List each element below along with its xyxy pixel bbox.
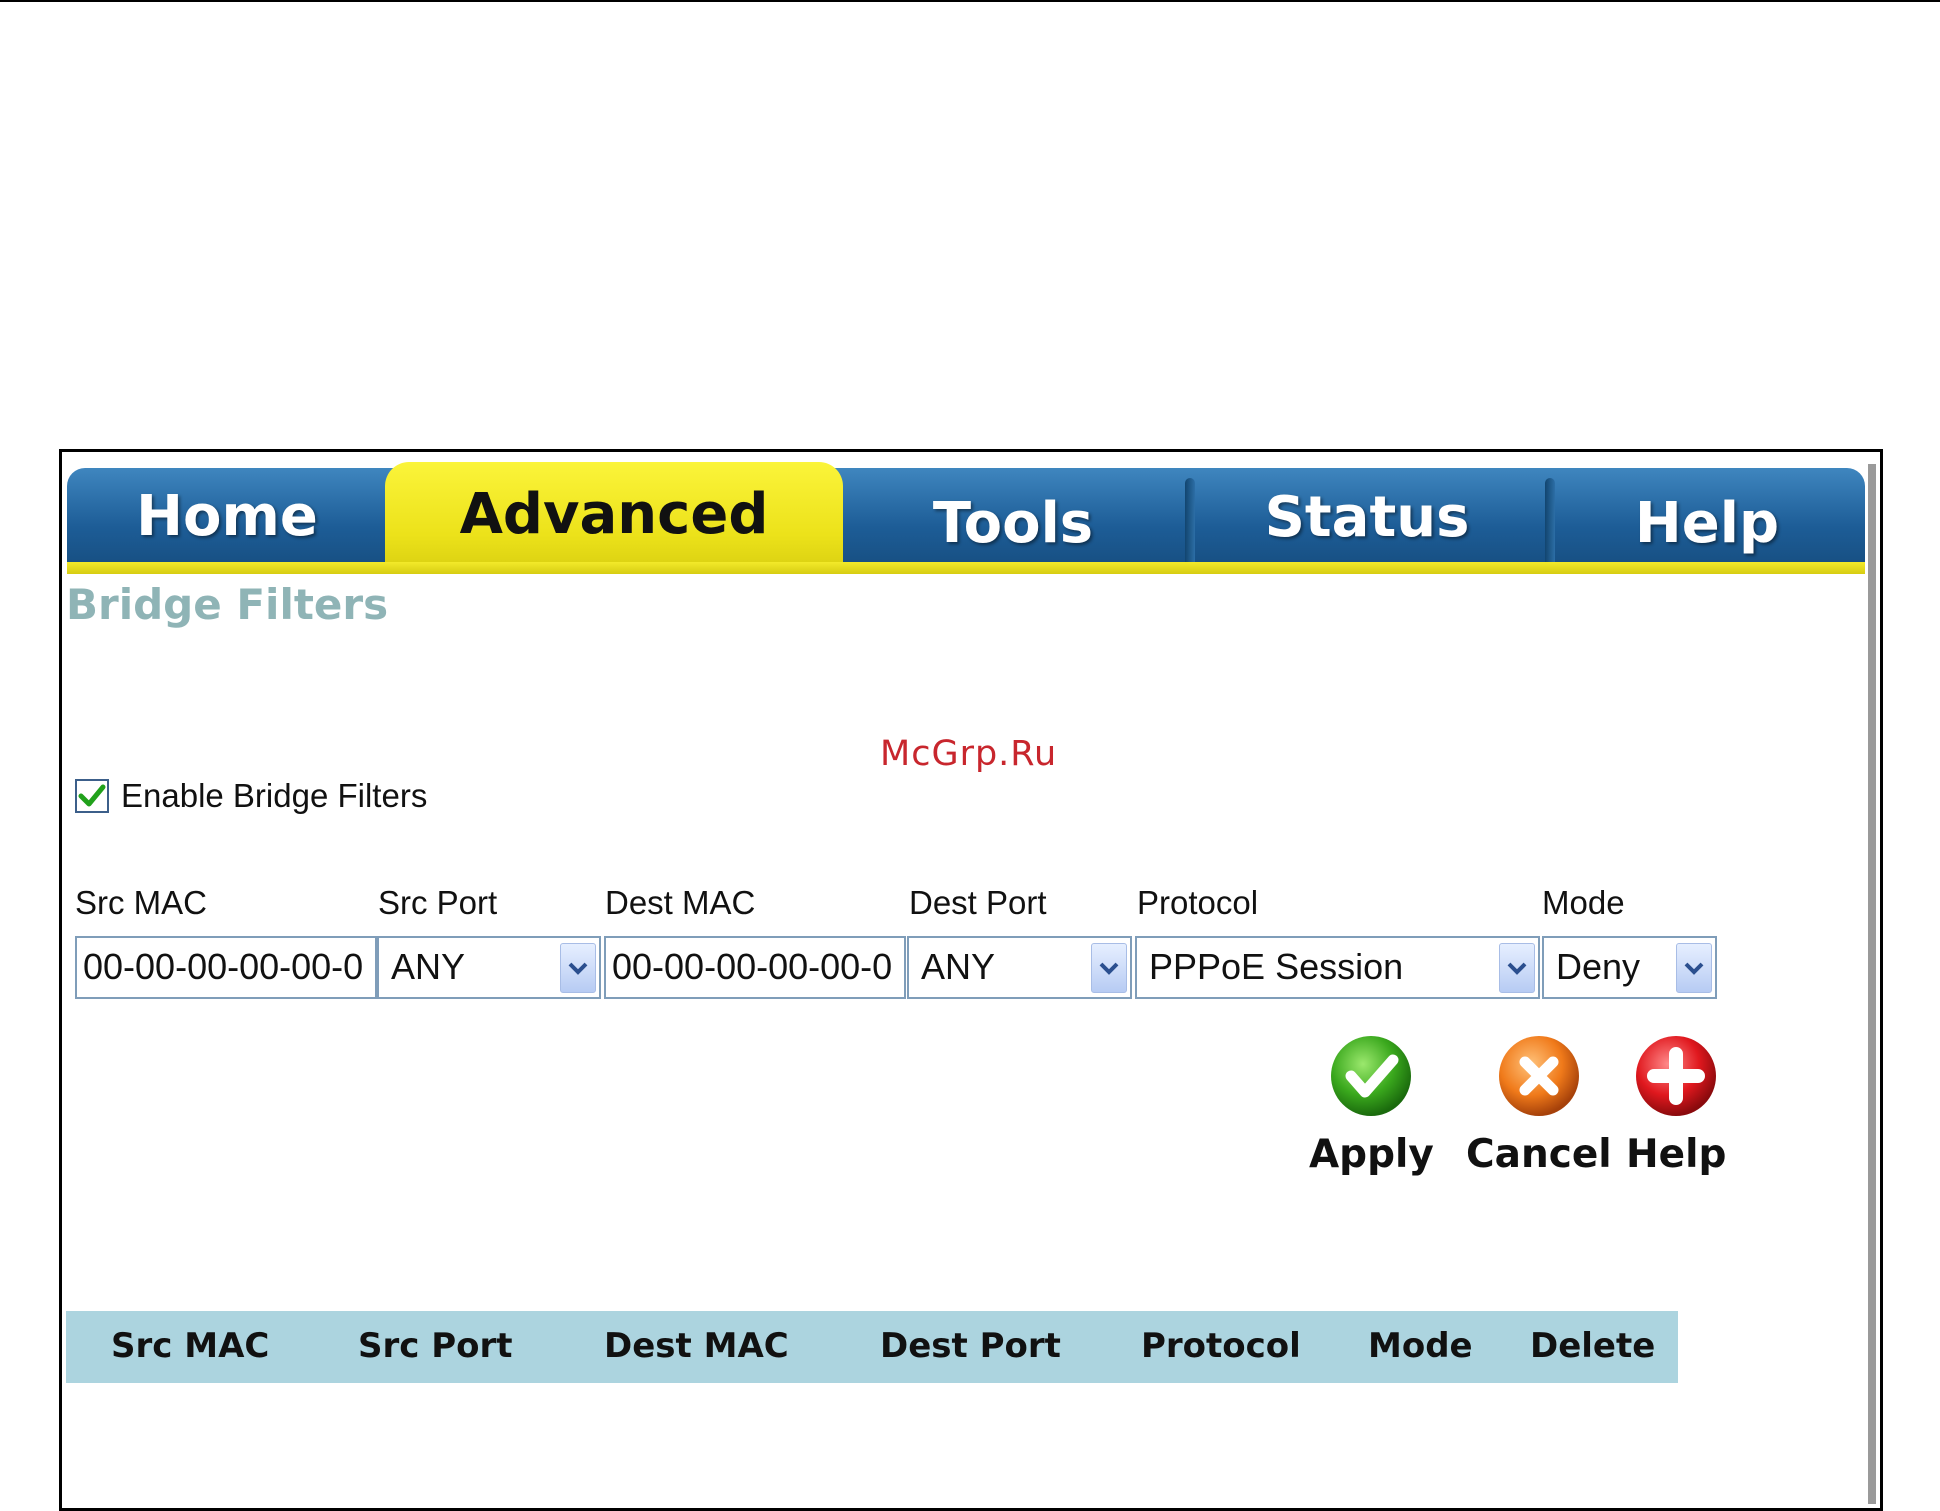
mode-value: Deny	[1556, 946, 1641, 987]
src-mac-label: Src MAC	[75, 884, 207, 921]
apply-button[interactable]: Apply	[1309, 1032, 1434, 1177]
watermark: McGrp.Ru	[880, 734, 1058, 774]
tab-home[interactable]: Home	[67, 468, 387, 564]
tab-divider	[1545, 478, 1555, 564]
column-header-dest-port: Dest Port	[880, 1326, 1061, 1366]
help-label: Help	[1626, 1132, 1727, 1177]
column-header-src-mac: Src MAC	[111, 1326, 270, 1366]
protocol-label: Protocol	[1137, 884, 1259, 921]
chevron-down-icon[interactable]	[1091, 943, 1127, 993]
main-nav-tabs: Home Advanced Tools Status Help	[67, 460, 1865, 574]
column-header-delete: Delete	[1530, 1326, 1656, 1366]
tabbar-underline	[67, 562, 1865, 574]
column-header-src-port: Src Port	[358, 1326, 513, 1366]
enable-bridge-filters-label: Enable Bridge Filters	[121, 777, 428, 814]
protocol-value: PPPoE Session	[1149, 946, 1404, 987]
src-port-select[interactable]: ANY	[377, 936, 601, 999]
tab-advanced[interactable]: Advanced	[385, 462, 843, 566]
column-header-protocol: Protocol	[1141, 1326, 1301, 1366]
src-mac-input[interactable]: 00-00-00-00-00-0	[75, 936, 377, 999]
protocol-select[interactable]: PPPoE Session	[1135, 936, 1540, 999]
frame-shadow	[1868, 464, 1876, 1504]
mode-select[interactable]: Deny	[1542, 936, 1717, 999]
dest-port-select[interactable]: ANY	[907, 936, 1132, 999]
orange-x-icon	[1498, 1036, 1579, 1116]
filter-table-header: Src MAC Src Port Dest MAC Dest Port Prot…	[66, 1311, 1678, 1383]
column-header-dest-mac: Dest MAC	[604, 1326, 789, 1366]
red-plus-icon	[1636, 1036, 1717, 1116]
dest-port-label: Dest Port	[909, 884, 1047, 921]
tab-tools[interactable]: Tools	[843, 468, 1183, 564]
chevron-down-icon[interactable]	[560, 943, 596, 993]
page-title: Bridge Filters	[66, 580, 389, 629]
dest-port-value: ANY	[921, 946, 996, 987]
src-port-value: ANY	[391, 946, 466, 987]
enable-bridge-filters-row: Enable Bridge Filters	[75, 777, 427, 815]
dest-mac-input[interactable]: 00-00-00-00-00-0	[604, 936, 906, 999]
green-check-icon	[1331, 1036, 1412, 1116]
src-port-label: Src Port	[378, 884, 498, 921]
help-button[interactable]: Help	[1626, 1032, 1726, 1177]
router-admin-frame: Home Advanced Tools Status Help Bridge F…	[59, 449, 1883, 1511]
apply-label: Apply	[1309, 1132, 1434, 1177]
dest-mac-label: Dest MAC	[605, 884, 756, 921]
chevron-down-icon[interactable]	[1499, 943, 1535, 993]
top-rule	[0, 0, 1940, 2]
enable-bridge-filters-checkbox[interactable]	[75, 779, 109, 813]
chevron-down-icon[interactable]	[1676, 943, 1712, 993]
column-header-mode: Mode	[1368, 1326, 1473, 1366]
tab-divider	[1185, 478, 1195, 564]
checkmark-icon	[78, 784, 106, 807]
tab-help[interactable]: Help	[1557, 468, 1857, 564]
mode-label: Mode	[1542, 884, 1625, 921]
cancel-button[interactable]: Cancel	[1466, 1032, 1612, 1177]
tab-status[interactable]: Status	[1197, 468, 1537, 564]
cancel-label: Cancel	[1466, 1132, 1612, 1177]
